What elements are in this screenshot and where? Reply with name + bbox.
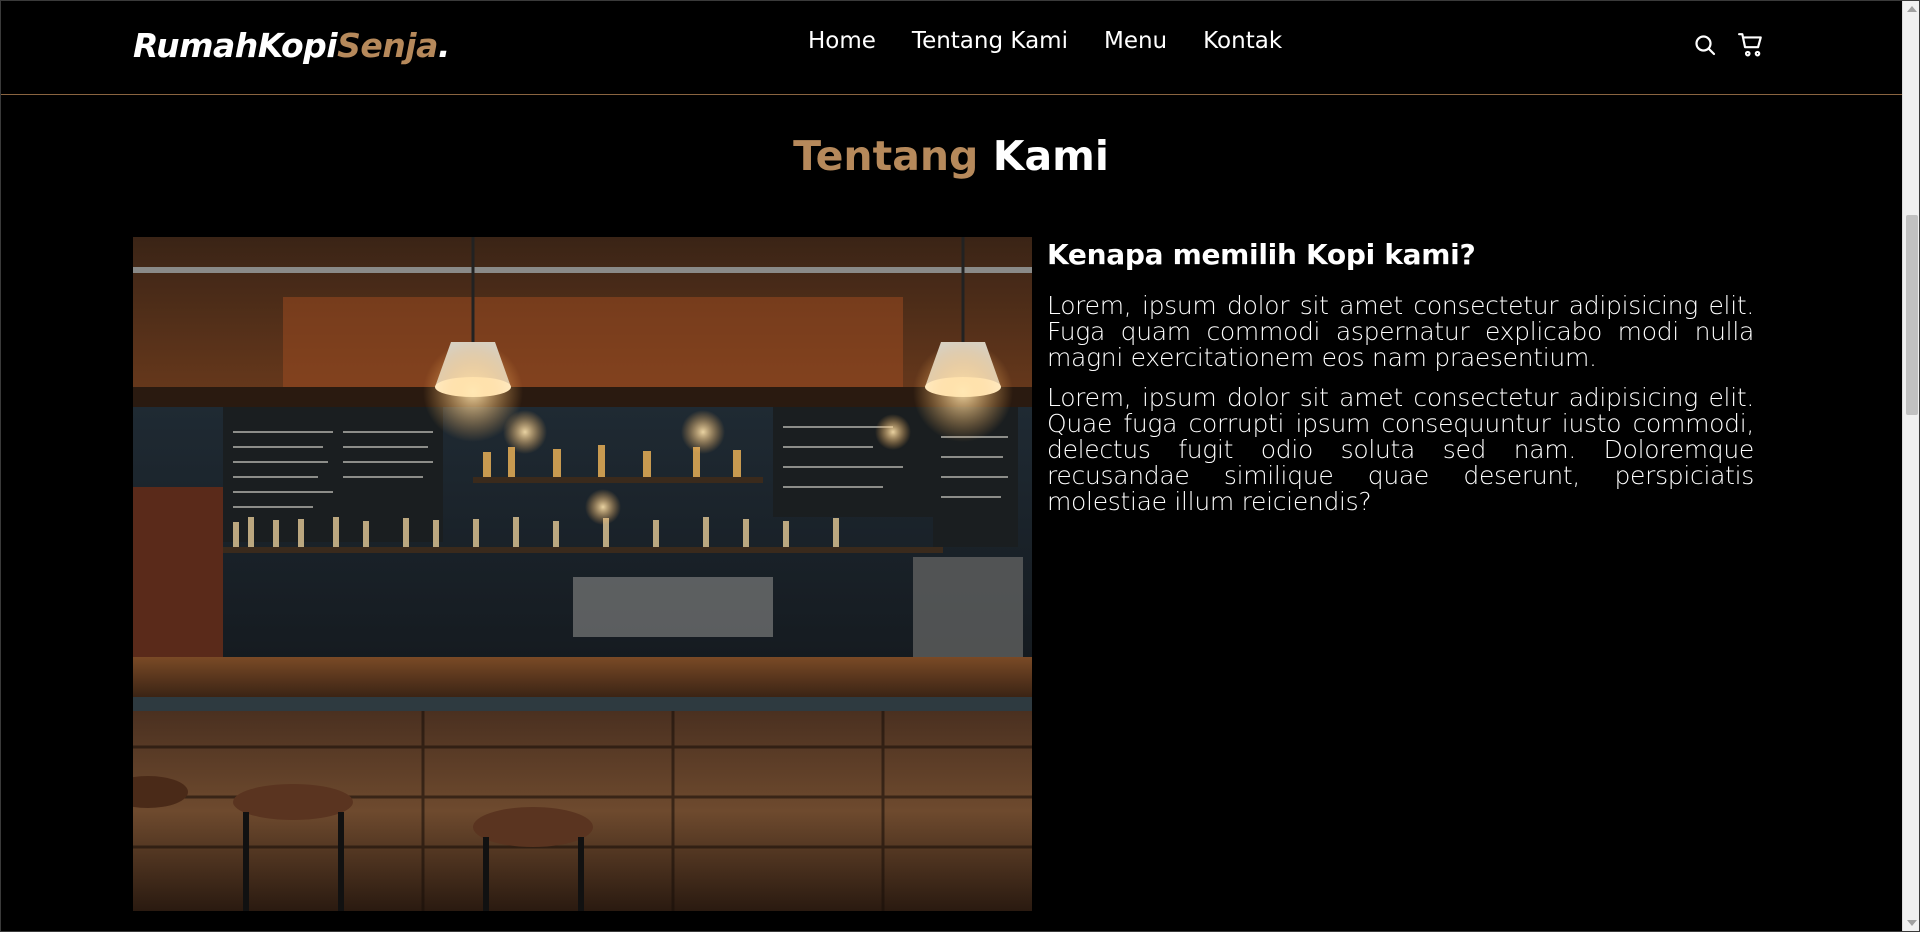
cart-icon[interactable] — [1736, 30, 1766, 60]
scroll-thumb[interactable] — [1906, 215, 1918, 415]
page-scrollbar[interactable] — [1902, 0, 1920, 932]
logo-text-main: RumahKopi — [133, 26, 338, 65]
nav-icons — [1690, 30, 1766, 60]
logo-dot: . — [437, 26, 451, 65]
about-paragraph-2: Lorem, ipsum dolor sit amet consectetur … — [1047, 383, 1754, 516]
section-title-rest: Kami — [992, 132, 1109, 180]
section-title: Tentang Kami — [0, 132, 1902, 180]
about-paragraph-1: Lorem, ipsum dolor sit amet consectetur … — [1047, 291, 1754, 372]
about-heading: Kenapa memilih Kopi kami? — [1047, 238, 1476, 271]
navbar: RumahKopiSenja. Home Tentang Kami Menu K… — [0, 0, 1902, 95]
nav-link-tentang-kami[interactable]: Tentang Kami — [912, 28, 1068, 54]
scroll-down-arrow[interactable] — [1907, 920, 1917, 926]
nav-link-kontak[interactable]: Kontak — [1203, 28, 1282, 54]
about-content: Kenapa memilih Kopi kami? Lorem, ipsum d… — [1047, 238, 1754, 529]
search-icon[interactable] — [1690, 30, 1720, 60]
coffee-bar-image — [133, 237, 1032, 911]
logo[interactable]: RumahKopiSenja. — [133, 26, 450, 65]
section-title-accent: Tentang — [793, 132, 979, 180]
nav-links: Home Tentang Kami Menu Kontak — [808, 28, 1282, 54]
nav-link-menu[interactable]: Menu — [1104, 28, 1167, 54]
logo-text-accent: Senja — [337, 26, 438, 65]
nav-link-home[interactable]: Home — [808, 28, 876, 54]
scroll-up-arrow[interactable] — [1907, 6, 1917, 12]
